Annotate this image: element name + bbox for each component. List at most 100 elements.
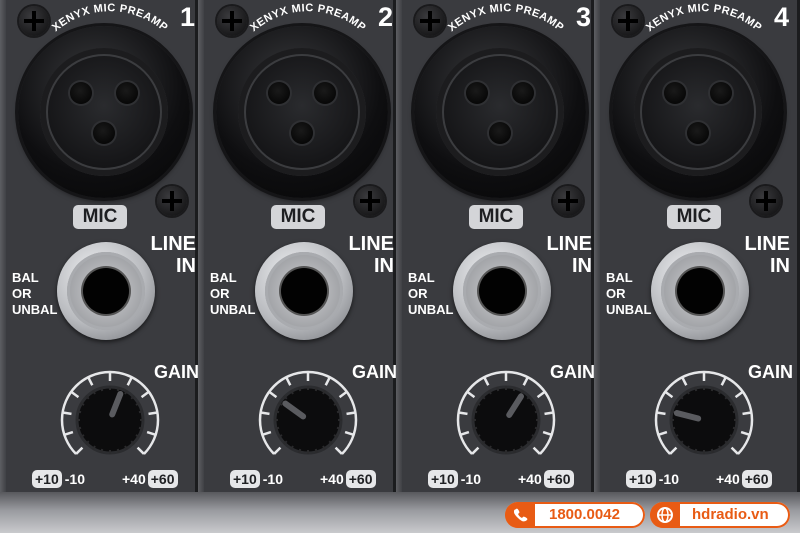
- knob-grip: [732, 426, 738, 430]
- bal-word: BAL: [408, 270, 435, 285]
- bal-word: OR: [12, 286, 32, 301]
- gain-scale-tick: [148, 411, 158, 416]
- xlr-pin-icon: [116, 82, 138, 104]
- gain-knob[interactable]: [644, 368, 764, 468]
- screw-bottom-icon: [157, 186, 187, 216]
- screw-bottom-icon: [751, 186, 781, 216]
- mic-label: MIC: [469, 205, 523, 229]
- gain-scale-tick: [70, 390, 80, 399]
- bal-word: UNBAL: [210, 302, 256, 317]
- xlr-pin-icon: [489, 122, 511, 144]
- gain-max-labels: +40 +60: [122, 470, 178, 490]
- gain-scale-tick: [344, 430, 355, 437]
- xlr-pin-icon: [314, 82, 336, 104]
- knob-grip: [138, 426, 144, 430]
- gain-max-labels: +40 +60: [518, 470, 574, 490]
- gain-scale-tick: [542, 430, 553, 437]
- channel-number: 4: [774, 2, 790, 32]
- xlr-pin-icon: [93, 122, 115, 144]
- jack-nut: [67, 252, 145, 330]
- bal-word: UNBAL: [408, 302, 454, 317]
- gain-scale-tick: [334, 446, 343, 455]
- line-in-jack[interactable]: [651, 242, 749, 340]
- bal-unbal-label: BAL OR UNBAL: [606, 270, 652, 318]
- website-contact-badge[interactable]: hdradio.vn: [650, 502, 790, 528]
- xlr-socket: [238, 48, 366, 176]
- knob-grip: [670, 426, 676, 430]
- bal-word: OR: [606, 286, 626, 301]
- bal-word: OR: [408, 286, 428, 301]
- knob-grip: [76, 426, 82, 430]
- gain-scale-tick: [664, 390, 674, 399]
- gain-scale-tick: [742, 411, 752, 416]
- gain-scale-tick: [63, 430, 74, 437]
- xlr-mic-input[interactable]: [414, 26, 586, 198]
- line-in-label: LINE IN: [742, 233, 790, 277]
- line-in-jack[interactable]: [453, 242, 551, 340]
- gain-scale-tick: [458, 411, 468, 416]
- globe-icon: [650, 502, 680, 528]
- gain-max-pad: +60: [345, 470, 376, 488]
- gain-max-labels: +40 +60: [320, 470, 376, 490]
- gain-max-line: +40: [122, 471, 146, 487]
- jack-hole-icon: [677, 268, 723, 314]
- gain-knob[interactable]: [446, 368, 566, 468]
- knob-grip: [496, 448, 500, 454]
- xlr-pin-icon: [268, 82, 290, 104]
- gain-scale-tick: [532, 446, 541, 455]
- gain-min-labels: +10 -10: [230, 470, 283, 490]
- gain-scale-tick: [522, 376, 529, 386]
- gain-knob[interactable]: [50, 368, 170, 468]
- line-in-label: LINE IN: [346, 233, 394, 277]
- screw-bottom-icon: [553, 186, 583, 216]
- gain-min-line: -10: [64, 471, 85, 487]
- gain-min-pad: +10: [626, 470, 656, 488]
- gain-scale-tick: [536, 390, 546, 399]
- jack-nut: [265, 252, 343, 330]
- knob-grip: [76, 410, 82, 414]
- bal-word: BAL: [210, 270, 237, 285]
- xlr-socket: [40, 48, 168, 176]
- xlr-mic-input[interactable]: [18, 26, 190, 198]
- knob-grip: [336, 426, 342, 430]
- bal-word: OR: [210, 286, 230, 301]
- xlr-mic-input[interactable]: [612, 26, 784, 198]
- line-in-word: IN: [572, 255, 592, 277]
- knob-grip: [472, 410, 478, 414]
- knob-grip: [116, 448, 120, 454]
- knob-grip: [732, 410, 738, 414]
- xlr-pin-icon: [710, 82, 732, 104]
- gain-min-line: -10: [658, 471, 679, 487]
- gain-scale-tick: [140, 390, 150, 399]
- knob-grip: [138, 410, 144, 414]
- gain-scale-tick: [146, 430, 157, 437]
- gain-scale-tick: [136, 446, 145, 455]
- gain-max-labels: +40 +60: [716, 470, 772, 490]
- xlr-pin-icon: [664, 82, 686, 104]
- xlr-mic-input[interactable]: [216, 26, 388, 198]
- line-in-jack[interactable]: [57, 242, 155, 340]
- gain-scale-tick: [657, 430, 668, 437]
- line-in-jack[interactable]: [255, 242, 353, 340]
- gain-scale-tick: [324, 376, 331, 386]
- bal-unbal-label: BAL OR UNBAL: [408, 270, 454, 318]
- knob-grip: [116, 386, 120, 392]
- knob-grip: [472, 426, 478, 430]
- gain-knob[interactable]: [248, 368, 368, 468]
- gain-scale-tick: [720, 376, 727, 386]
- gain-scale-tick: [730, 446, 739, 455]
- knob-grip: [512, 448, 516, 454]
- line-in-label: LINE IN: [148, 233, 196, 277]
- gain-max-pad: +60: [147, 470, 178, 488]
- bal-unbal-label: BAL OR UNBAL: [210, 270, 256, 318]
- knob-grip: [314, 386, 318, 392]
- mic-label: MIC: [73, 205, 127, 229]
- gain-scale-tick: [346, 411, 356, 416]
- gain-scale-tick: [544, 411, 554, 416]
- gain-min-line: -10: [262, 471, 283, 487]
- knob-grip: [298, 448, 302, 454]
- knob-grip: [314, 448, 318, 454]
- phone-contact-badge[interactable]: 1800.0042: [505, 502, 645, 528]
- line-in-word: IN: [176, 255, 196, 277]
- gain-scale-tick: [273, 446, 282, 455]
